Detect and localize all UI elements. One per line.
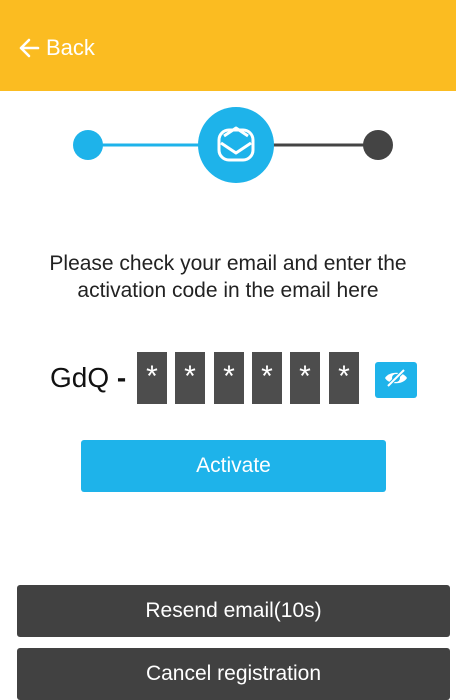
code-input-6[interactable]: * (329, 352, 359, 404)
toggle-visibility-button[interactable] (375, 362, 417, 398)
activate-button[interactable]: Activate (81, 440, 386, 492)
code-separator: - (116, 362, 127, 393)
cancel-registration-button[interactable]: Cancel registration (17, 648, 450, 700)
code-input-3[interactable]: * (214, 352, 244, 404)
activation-code-row: GdQ - * * * * * * (0, 350, 456, 410)
code-prefix-group: GdQ - (50, 360, 126, 396)
registration-stepper (0, 100, 456, 190)
app-bar: Back (0, 0, 456, 91)
step-2-circle (198, 107, 274, 183)
instruction-text: Please check your email and enter the ac… (20, 250, 436, 304)
back-arrow-icon (18, 37, 40, 59)
step-3-dot (363, 130, 393, 160)
code-input-4[interactable]: * (252, 352, 282, 404)
resend-email-button[interactable]: Resend email(10s) (17, 585, 450, 637)
code-input-5[interactable]: * (290, 352, 320, 404)
code-prefix: GdQ (50, 362, 110, 393)
instruction-line-1: Please check your email and enter the (49, 252, 407, 275)
instruction-line-2: activation code in the email here (77, 279, 379, 302)
back-button[interactable]: Back (18, 33, 95, 63)
step-1-dot (73, 130, 103, 160)
back-label: Back (46, 35, 95, 60)
eye-off-icon (383, 368, 409, 393)
code-input-1[interactable]: * (137, 352, 167, 404)
code-input-2[interactable]: * (175, 352, 205, 404)
